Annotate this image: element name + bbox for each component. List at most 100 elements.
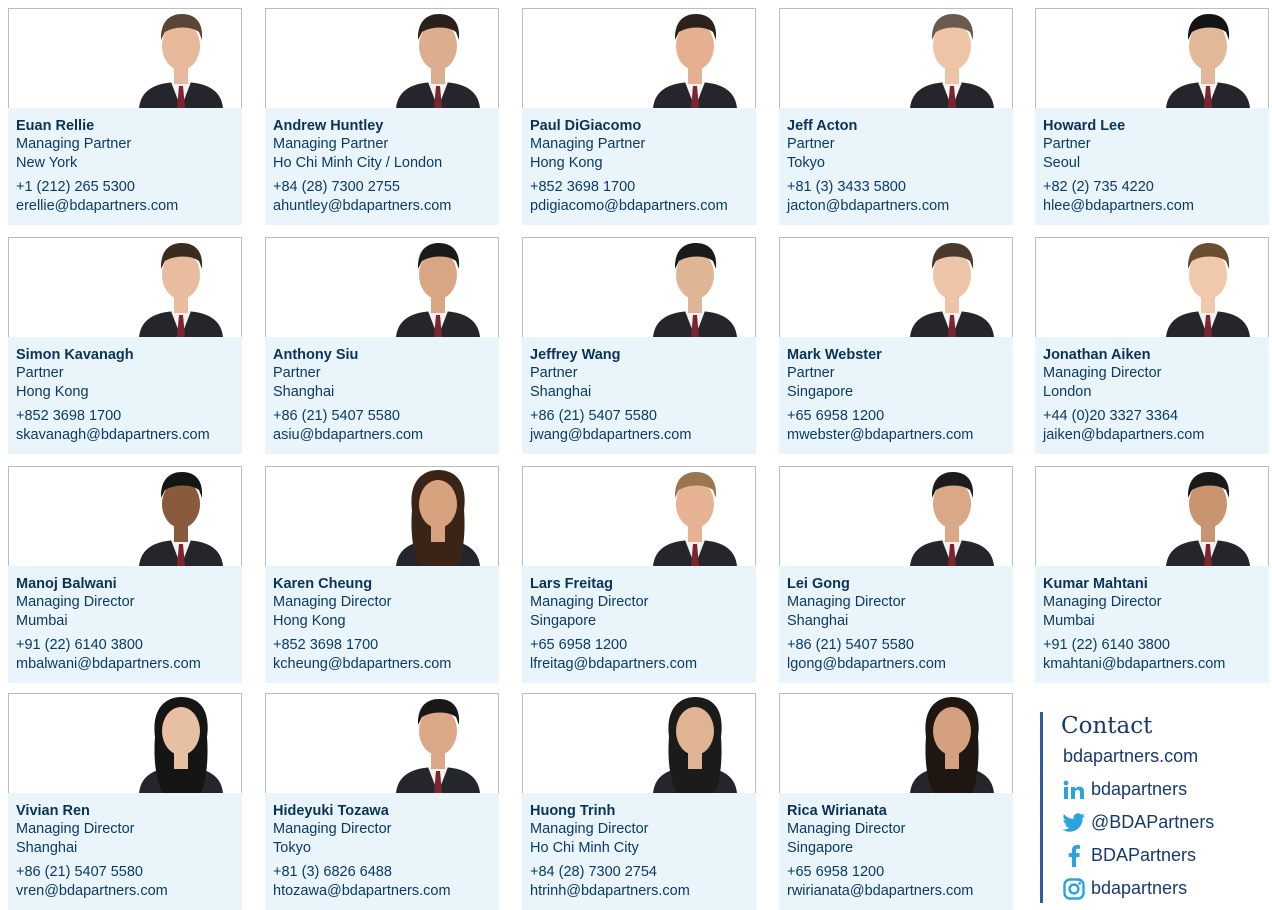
person-email[interactable]: pdigiacomo@bdapartners.com <box>530 197 748 216</box>
person-info: Paul DiGiacomo Managing Partner Hong Kong +… <box>522 108 756 225</box>
person-phone: +86 (21) 5407 5580 <box>787 637 914 653</box>
facebook-link[interactable]: BDAPartners <box>1091 845 1196 866</box>
portrait-photo <box>653 243 737 337</box>
person-card: Anthony Siu Partner Shanghai +86 (21) 5407 … <box>265 237 499 454</box>
person-email[interactable]: rwirianata@bdapartners.com <box>787 882 1005 901</box>
person-city: Hong Kong <box>16 384 89 400</box>
person-email[interactable]: jacton@bdapartners.com <box>787 197 1005 216</box>
person-email[interactable]: jwang@bdapartners.com <box>530 426 748 445</box>
person-email[interactable]: jaiken@bdapartners.com <box>1043 426 1261 445</box>
portrait-photo <box>139 243 223 337</box>
person-name: Mark Webster <box>787 347 882 363</box>
person-info: Andrew Huntley Managing Partner Ho Chi Min… <box>265 108 499 225</box>
photo-frame <box>779 466 1013 566</box>
photo-frame <box>265 466 499 566</box>
person-phone: +86 (21) 5407 5580 <box>530 408 657 424</box>
person-name: Paul DiGiacomo <box>530 118 642 134</box>
person-email[interactable]: skavanagh@bdapartners.com <box>16 426 234 445</box>
person-title: Partner <box>16 365 64 381</box>
person-city: Singapore <box>787 840 854 856</box>
person-title: Managing Director <box>787 821 906 837</box>
person-phone: +852 3698 1700 <box>273 637 379 653</box>
instagram-icon[interactable] <box>1061 877 1087 900</box>
person-title: Partner <box>787 365 835 381</box>
portrait-photo <box>910 472 994 566</box>
person-title: Managing Director <box>530 821 649 837</box>
photo-frame <box>1035 237 1269 337</box>
person-phone: +44 (0)20 3327 3364 <box>1043 408 1179 424</box>
person-city: Shanghai <box>16 840 78 856</box>
person-phone: +86 (21) 5407 5580 <box>16 864 143 880</box>
photo-frame <box>8 466 242 566</box>
twitter-icon[interactable] <box>1061 812 1087 833</box>
person-info: Jonathan Aiken Managing Director London +44… <box>1035 337 1269 454</box>
portrait-photo <box>1166 472 1250 566</box>
contact-block: Contact bdapartners.com bdapartners @BDA… <box>1040 712 1260 903</box>
person-name: Lei Gong <box>787 576 850 592</box>
person-email[interactable]: kmahtani@bdapartners.com <box>1043 655 1261 674</box>
facebook-icon[interactable] <box>1061 844 1087 867</box>
person-title: Managing Director <box>273 821 392 837</box>
person-card: Jeffrey Wang Partner Shanghai +86 (21) 5407… <box>522 237 756 454</box>
photo-frame <box>265 693 499 793</box>
person-email[interactable]: erellie@bdapartners.com <box>16 197 234 216</box>
person-phone: +852 3698 1700 <box>16 408 122 424</box>
person-email[interactable]: lgong@bdapartners.com <box>787 655 1005 674</box>
person-card: Lei Gong Managing Director Shanghai +86 (21… <box>779 466 1013 683</box>
instagram-link[interactable]: bdapartners <box>1091 878 1187 899</box>
person-email[interactable]: kcheung@bdapartners.com <box>273 655 491 674</box>
person-name: Lars Freitag <box>530 576 613 592</box>
linkedin-icon[interactable] <box>1061 780 1087 800</box>
person-title: Managing Partner <box>273 136 389 152</box>
person-card: Howard Lee Partner Seoul +82 (2) 735 4220 hl… <box>1035 8 1269 225</box>
photo-frame <box>265 237 499 337</box>
person-email[interactable]: hlee@bdapartners.com <box>1043 197 1261 216</box>
person-name: Jeff Acton <box>787 118 858 134</box>
person-info: Lei Gong Managing Director Shanghai +86 (21… <box>779 566 1013 683</box>
person-info: Jeff Acton Partner Tokyo +81 (3) 3433 5800 j… <box>779 108 1013 225</box>
person-title: Managing Director <box>787 594 906 610</box>
person-name: Kumar Mahtani <box>1043 576 1148 592</box>
person-name: Jonathan Aiken <box>1043 347 1151 363</box>
person-card: Hideyuki Tozawa Managing Director Tokyo +81… <box>265 693 499 910</box>
person-name: Howard Lee <box>1043 118 1126 134</box>
photo-frame <box>522 237 756 337</box>
person-email[interactable]: vren@bdapartners.com <box>16 882 234 901</box>
linkedin-link[interactable]: bdapartners <box>1091 779 1187 800</box>
person-card: Paul DiGiacomo Managing Partner Hong Kong +… <box>522 8 756 225</box>
person-email[interactable]: lfreitag@bdapartners.com <box>530 655 748 674</box>
person-city: Tokyo <box>787 155 825 171</box>
person-email[interactable]: ahuntley@bdapartners.com <box>273 197 491 216</box>
photo-frame <box>8 693 242 793</box>
portrait-photo <box>139 697 223 793</box>
person-card: Mark Webster Partner Singapore +65 6958 120… <box>779 237 1013 454</box>
person-phone: +65 6958 1200 <box>530 637 628 653</box>
person-phone: +1 (212) 265 5300 <box>16 179 135 195</box>
person-city: Hong Kong <box>530 155 603 171</box>
website-link[interactable]: bdapartners.com <box>1063 746 1198 767</box>
person-info: Hideyuki Tozawa Managing Director Tokyo +81… <box>265 793 499 910</box>
photo-frame <box>1035 8 1269 108</box>
person-phone: +91 (22) 6140 3800 <box>16 637 143 653</box>
portrait-photo <box>396 243 480 337</box>
portrait-photo <box>396 14 480 108</box>
person-email[interactable]: htrinh@bdapartners.com <box>530 882 748 901</box>
person-title: Partner <box>273 365 321 381</box>
person-name: Vivian Ren <box>16 803 90 819</box>
person-email[interactable]: htozawa@bdapartners.com <box>273 882 491 901</box>
person-info: Jeffrey Wang Partner Shanghai +86 (21) 5407… <box>522 337 756 454</box>
person-email[interactable]: asiu@bdapartners.com <box>273 426 491 445</box>
person-info: Karen Cheung Managing Director Hong Kong +8… <box>265 566 499 683</box>
person-city: New York <box>16 155 78 171</box>
portrait-photo <box>396 470 480 566</box>
person-card: Andrew Huntley Managing Partner Ho Chi Min… <box>265 8 499 225</box>
person-phone: +65 6958 1200 <box>787 864 885 880</box>
person-name: Hideyuki Tozawa <box>273 803 389 819</box>
photo-frame <box>522 466 756 566</box>
person-email[interactable]: mwebster@bdapartners.com <box>787 426 1005 445</box>
person-email[interactable]: mbalwani@bdapartners.com <box>16 655 234 674</box>
twitter-link[interactable]: @BDAPartners <box>1091 812 1214 833</box>
photo-frame <box>265 8 499 108</box>
person-phone: +84 (28) 7300 2755 <box>273 179 400 195</box>
person-card: Jeff Acton Partner Tokyo +81 (3) 3433 5800 j… <box>779 8 1013 225</box>
